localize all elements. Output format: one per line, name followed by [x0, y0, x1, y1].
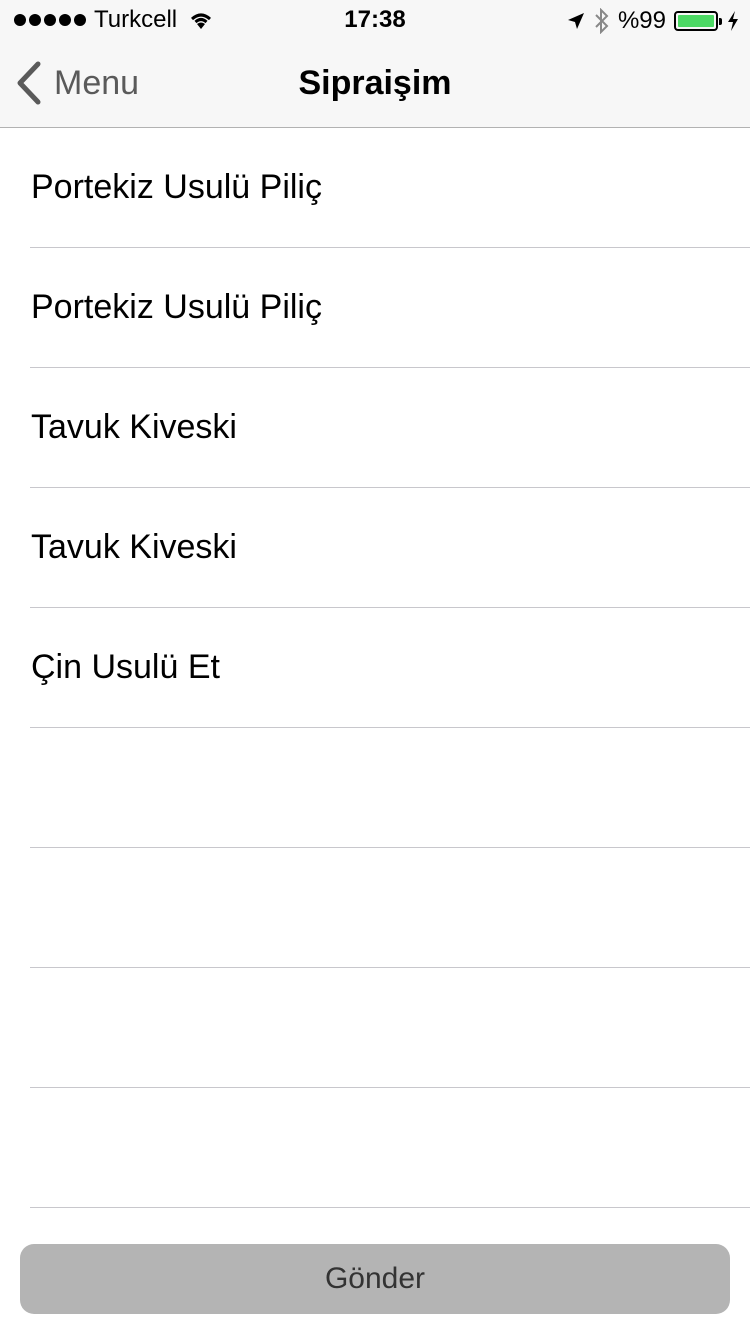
order-list: Portekiz Usulü Piliç Portekiz Usulü Pili…: [0, 128, 750, 1208]
row-separator: [30, 1207, 750, 1208]
charging-bolt-icon: [728, 11, 738, 31]
bluetooth-icon: [595, 8, 609, 34]
empty-list-item: [0, 1088, 750, 1208]
list-item-label: Tavuk Kiveski: [31, 528, 237, 566]
battery-fill: [678, 15, 714, 27]
battery-icon: [674, 11, 722, 31]
status-bar: Turkcell 17:38 %99: [0, 0, 750, 40]
location-arrow-icon: [567, 13, 584, 29]
send-button[interactable]: Gönder: [20, 1244, 730, 1314]
status-right: %99: [566, 7, 740, 35]
list-item[interactable]: Portekiz Usulü Piliç: [0, 248, 750, 368]
page-title: Sipraişim: [298, 64, 452, 102]
list-item[interactable]: Çin Usulü Et: [0, 608, 750, 728]
list-item[interactable]: Tavuk Kiveski: [0, 488, 750, 608]
list-item-label: Çin Usulü Et: [31, 648, 220, 686]
list-item[interactable]: Portekiz Usulü Piliç: [0, 128, 750, 248]
empty-list-item: [0, 728, 750, 848]
navigation-bar: Menu Sipraişim: [0, 40, 750, 128]
list-item-label: Tavuk Kiveski: [31, 408, 237, 446]
empty-list-item: [0, 968, 750, 1088]
battery-percent: %99: [617, 7, 666, 34]
empty-list-item: [0, 848, 750, 968]
list-item[interactable]: Tavuk Kiveski: [0, 368, 750, 488]
list-item-label: Portekiz Usulü Piliç: [31, 288, 322, 326]
list-item-label: Portekiz Usulü Piliç: [31, 168, 322, 206]
